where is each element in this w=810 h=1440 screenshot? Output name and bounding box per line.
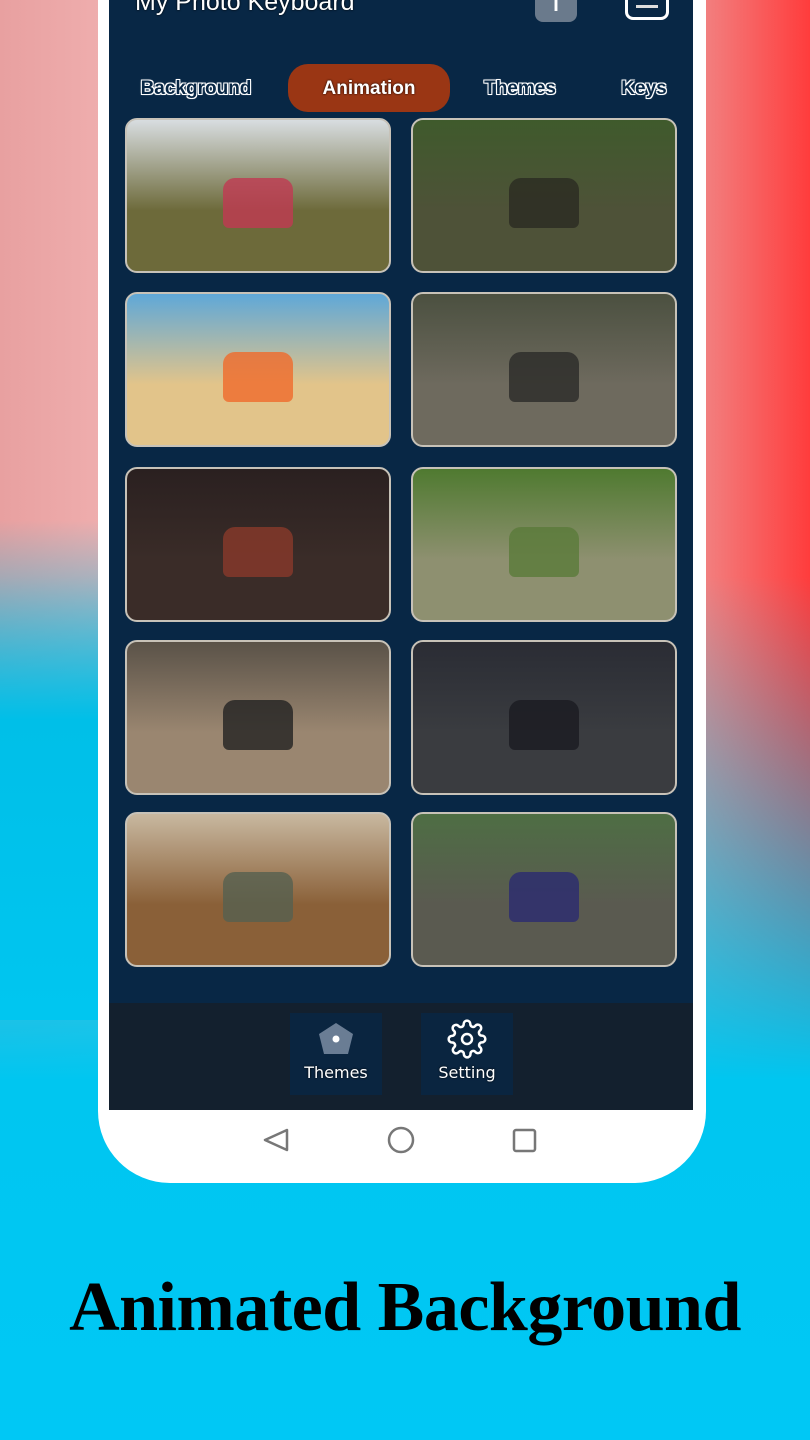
tab-keys[interactable]: Keys (609, 64, 679, 112)
vehicle-image (509, 872, 579, 923)
vehicle-image (223, 178, 293, 229)
animation-thumbnail[interactable] (125, 292, 391, 447)
system-nav-bar (109, 1110, 693, 1170)
vehicle-image (223, 352, 293, 403)
back-icon[interactable] (263, 1128, 289, 1152)
vehicle-image (509, 178, 579, 229)
tab-animation[interactable]: Animation (288, 64, 450, 112)
menu-icon[interactable] (625, 0, 669, 20)
vehicle-image (223, 527, 293, 578)
app-title: My Photo Keyboard (135, 0, 355, 16)
vehicle-image (509, 352, 579, 403)
bottom-nav-setting[interactable]: Setting (421, 1013, 513, 1095)
animation-thumbnail[interactable] (411, 640, 677, 795)
animation-thumbnail[interactable] (411, 812, 677, 967)
tab-background[interactable]: Background (129, 64, 263, 112)
animation-thumbnail[interactable] (125, 640, 391, 795)
recents-icon[interactable] (512, 1128, 537, 1153)
tab-bar: Background Animation Themes Keys (109, 64, 693, 112)
animation-thumbnail[interactable] (125, 467, 391, 622)
font-icon[interactable]: T (535, 0, 577, 22)
bottom-nav: Themes Setting (109, 1003, 693, 1110)
tab-themes[interactable]: Themes (471, 64, 569, 112)
pentagon-icon (319, 1023, 353, 1054)
bottom-nav-label: Themes (304, 1063, 368, 1082)
vehicle-image (223, 872, 293, 923)
background-decoration (0, 520, 110, 1020)
promo-title: Animated Background (69, 1269, 741, 1346)
app-screen: My Photo Keyboard T Background Animation… (109, 0, 693, 1110)
bottom-nav-label: Setting (438, 1063, 496, 1082)
vehicle-image (223, 700, 293, 751)
animation-thumbnail[interactable] (411, 118, 677, 273)
bottom-nav-themes[interactable]: Themes (290, 1013, 382, 1095)
gear-icon (447, 1019, 487, 1059)
animation-thumbnail[interactable] (411, 467, 677, 622)
home-icon[interactable] (387, 1126, 415, 1154)
vehicle-image (509, 700, 579, 751)
animation-thumbnail[interactable] (125, 118, 391, 273)
animation-thumbnail[interactable] (411, 292, 677, 447)
animation-thumbnail[interactable] (125, 812, 391, 967)
vehicle-image (509, 527, 579, 578)
